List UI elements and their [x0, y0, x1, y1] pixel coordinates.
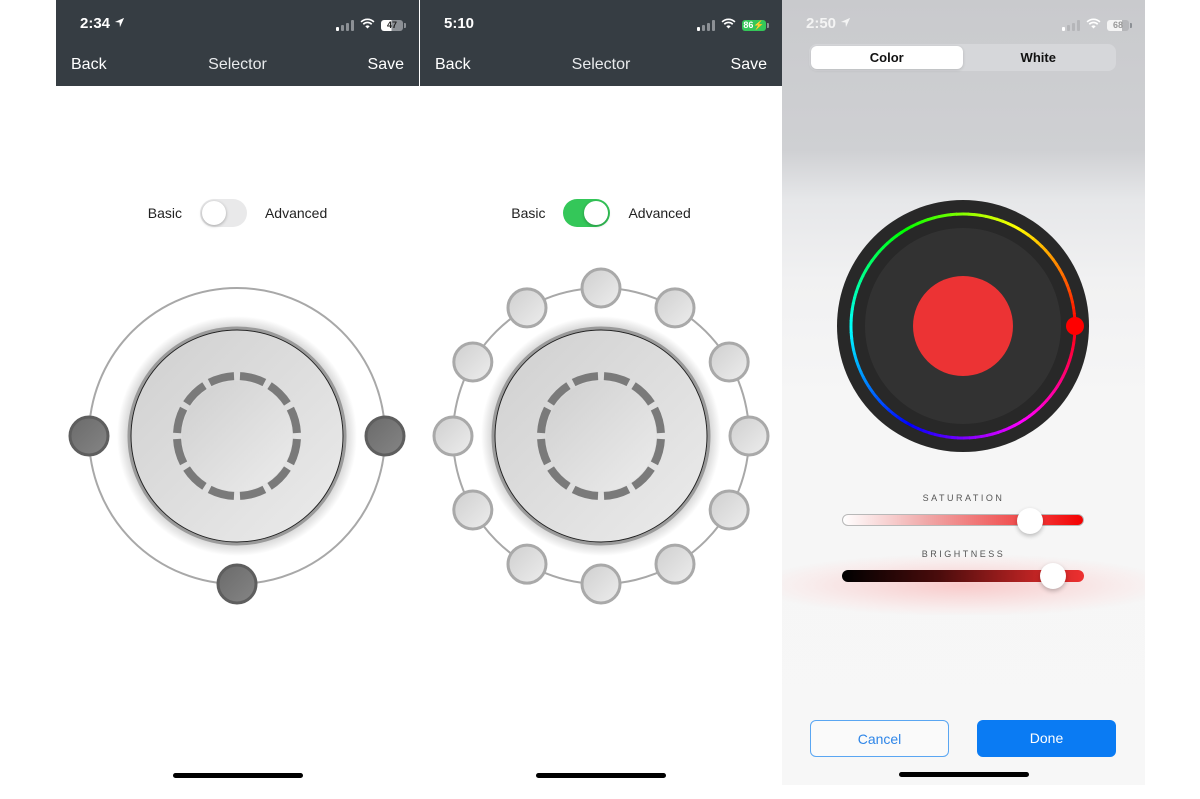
screen-advanced-selector: 5:10 86⚡ Back Selector Save Basic Advanc…	[420, 0, 782, 790]
home-indicator	[172, 773, 303, 778]
outer-selector-button[interactable]	[728, 415, 770, 457]
outer-selector-button[interactable]	[580, 563, 622, 605]
screen-color-picker: 2:50 68 Color White SATURATION BRIGHTNES…	[782, 0, 1145, 785]
dial-center-button[interactable]	[182, 381, 292, 491]
outer-selector-button[interactable]	[708, 341, 750, 383]
saturation-slider[interactable]	[842, 508, 1084, 534]
screen-basic-selector: 2:34 47 Back Selector Save Basic Advance…	[56, 0, 419, 790]
outer-selector-button[interactable]	[708, 489, 750, 531]
saturation-slider-thumb[interactable]	[1017, 508, 1044, 534]
outer-selector-button[interactable]	[580, 267, 622, 309]
outer-selector-button[interactable]	[654, 543, 696, 585]
outer-selector-button[interactable]	[216, 563, 258, 605]
outer-selector-button[interactable]	[452, 489, 494, 531]
saturation-label: SATURATION	[922, 493, 1005, 503]
brightness-slider[interactable]	[842, 563, 1084, 589]
brightness-slider-thumb[interactable]	[1039, 563, 1066, 589]
selected-color-swatch	[913, 276, 1013, 376]
cancel-button[interactable]: Cancel	[810, 720, 949, 757]
home-indicator	[536, 773, 666, 778]
brightness-glow	[782, 555, 1145, 615]
selector-dial	[68, 287, 406, 605]
color-wheel	[837, 200, 1089, 452]
outer-selector-button[interactable]	[506, 287, 548, 329]
hue-selector-thumb[interactable]	[1066, 317, 1084, 335]
outer-selector-button[interactable]	[452, 341, 494, 383]
brightness-label: BRIGHTNESS	[921, 549, 1006, 559]
home-indicator	[898, 772, 1029, 777]
outer-selector-button[interactable]	[364, 415, 406, 457]
dial-center-button[interactable]	[546, 381, 656, 491]
outer-selector-button[interactable]	[432, 415, 474, 457]
outer-selector-button[interactable]	[68, 415, 110, 457]
outer-selector-button[interactable]	[506, 543, 548, 585]
outer-selector-button[interactable]	[654, 287, 696, 329]
done-button[interactable]: Done	[977, 720, 1116, 757]
selector-dial	[432, 267, 770, 605]
